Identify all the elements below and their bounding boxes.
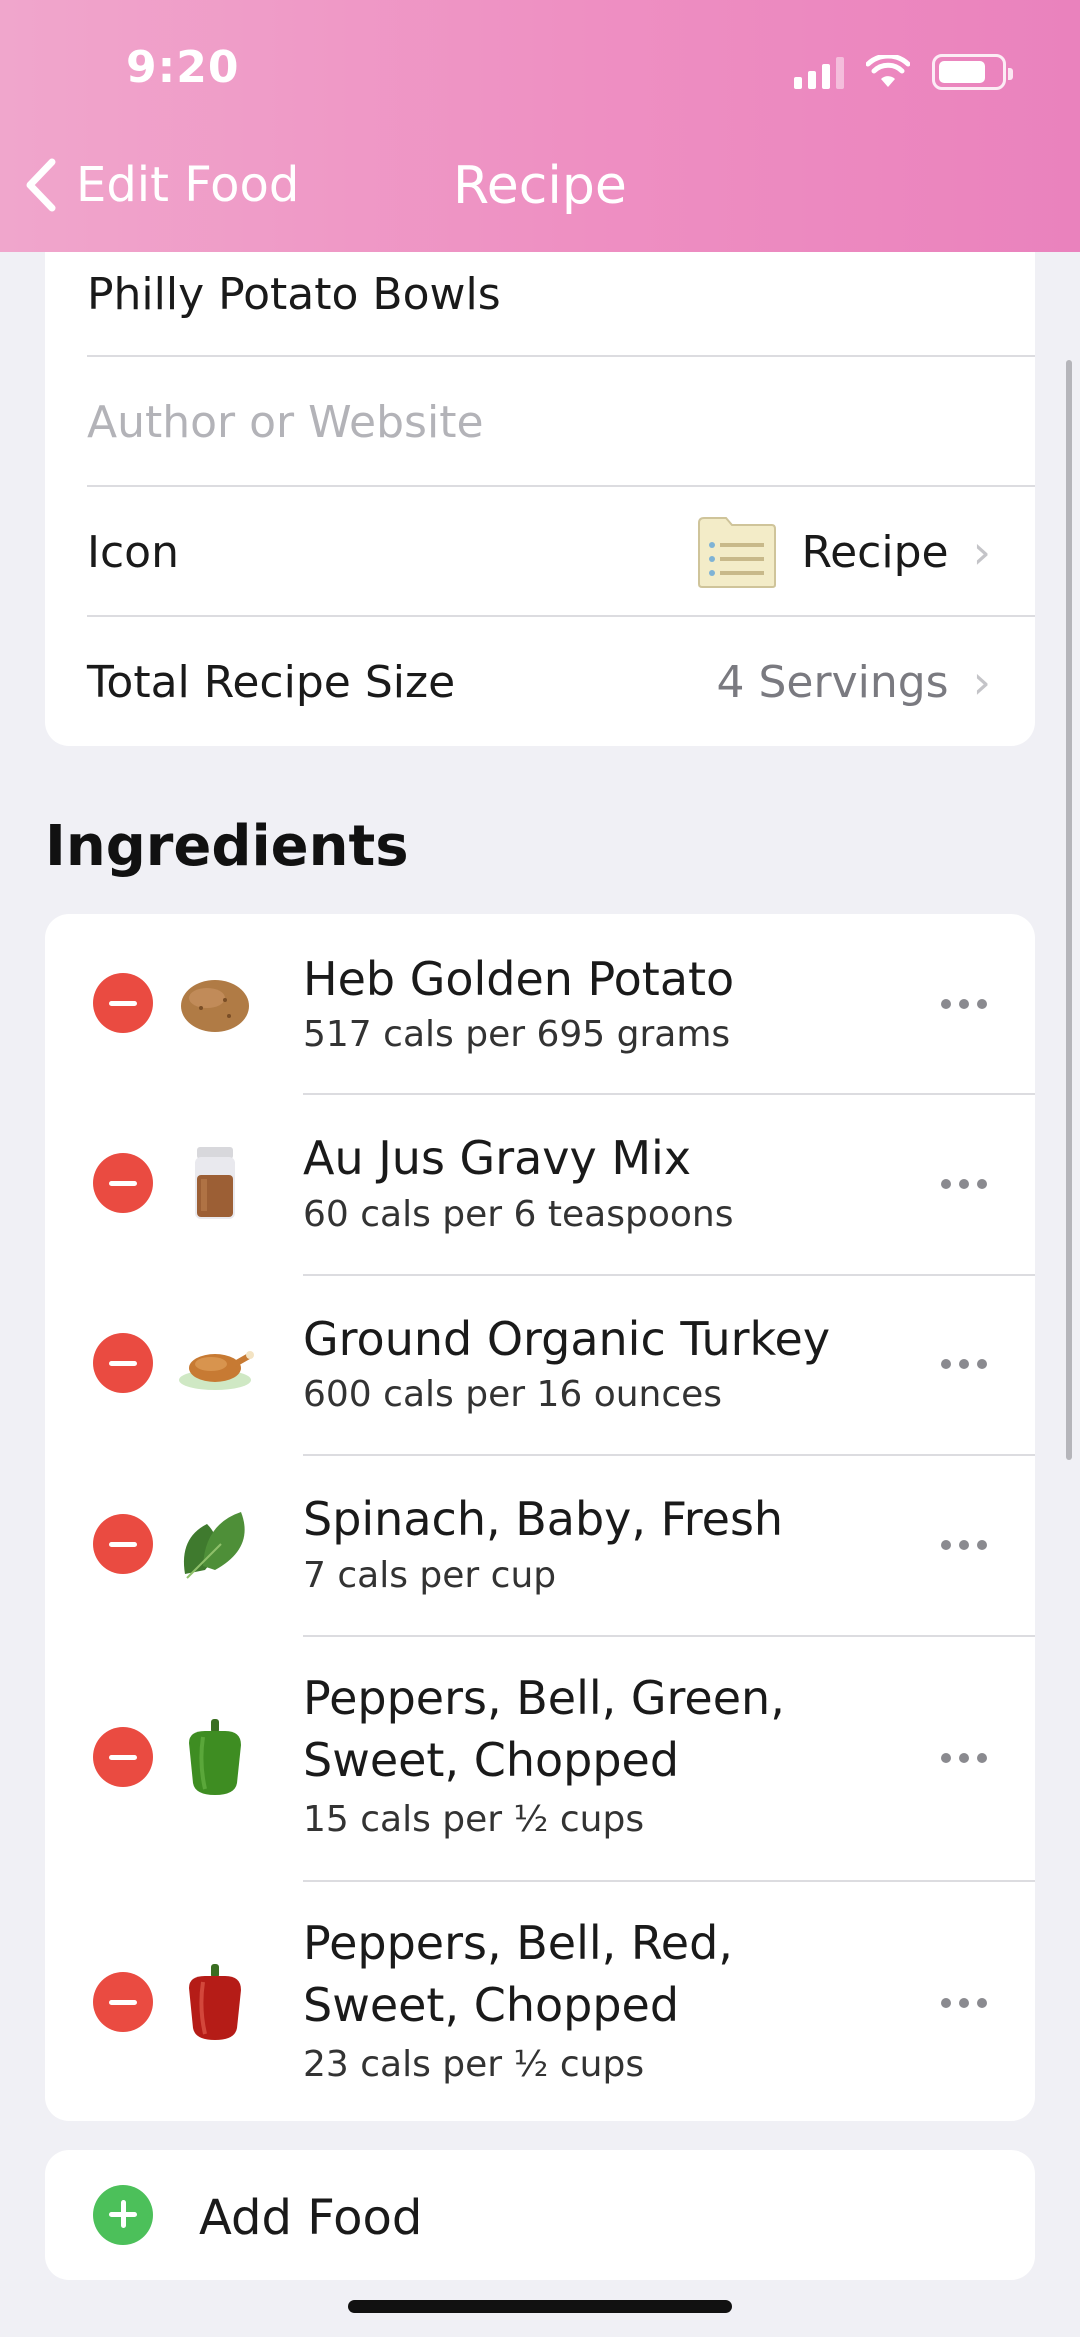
roast-turkey-icon — [179, 1351, 254, 1390]
icon-row[interactable]: Icon Recipe › — [45, 489, 1035, 615]
remove-ingredient-button[interactable] — [93, 1333, 153, 1393]
more-options-icon[interactable] — [941, 1540, 987, 1550]
icon-value: Recipe — [801, 526, 949, 578]
chevron-right-icon: › — [972, 525, 991, 579]
ingredient-name: Peppers, Bell, Green, Sweet, Chopped — [303, 1667, 903, 1791]
recipe-folder-icon — [697, 517, 776, 588]
ingredient-name-line2: Sweet, Chopped — [303, 1978, 680, 2032]
ingredient-name: Spinach, Baby, Fresh — [303, 1492, 784, 1546]
ingredients-list: Heb Golden Potato 517 cals per 695 grams… — [45, 914, 1035, 2121]
ingredient-name-line2: Sweet, Chopped — [303, 1733, 680, 1787]
ingredient-calories: 15 cals per ½ cups — [303, 1799, 645, 1840]
scrollbar[interactable] — [1066, 360, 1072, 1460]
size-label: Total Recipe Size — [87, 656, 456, 708]
potato-icon — [181, 980, 249, 1032]
divider — [87, 485, 1035, 487]
ingredient-row[interactable]: Peppers, Bell, Green, Sweet, Chopped 15 … — [45, 1637, 1035, 1880]
more-options-icon[interactable] — [941, 1753, 987, 1763]
divider — [87, 355, 1035, 357]
recipe-name-value: Philly Potato Bowls — [87, 268, 501, 320]
remove-ingredient-button[interactable] — [93, 1972, 153, 2032]
author-field[interactable]: Author or Website — [45, 380, 1035, 464]
home-indicator[interactable] — [348, 2300, 732, 2313]
ingredient-name-line1: Peppers, Bell, Green, — [303, 1671, 785, 1725]
size-value-group: 4 Servings › — [717, 655, 991, 709]
remove-ingredient-button[interactable] — [93, 1727, 153, 1787]
ingredients-heading: Ingredients — [45, 814, 409, 879]
more-options-icon[interactable] — [941, 1179, 987, 1189]
ingredient-row[interactable]: Heb Golden Potato 517 cals per 695 grams — [45, 914, 1035, 1093]
ingredient-name: Au Jus Gravy Mix — [303, 1131, 692, 1185]
spice-jar-icon — [195, 1147, 235, 1219]
author-placeholder: Author or Website — [87, 396, 484, 448]
add-food-label: Add Food — [199, 2190, 423, 2246]
ingredient-calories: 7 cals per cup — [303, 1555, 557, 1596]
ingredient-row[interactable]: Au Jus Gravy Mix 60 cals per 6 teaspoons — [45, 1095, 1035, 1274]
red-pepper-icon — [189, 1964, 241, 2040]
back-label: Edit Food — [76, 157, 300, 213]
icon-value-group: Recipe › — [696, 515, 991, 589]
nav-header: 9:20 Edit Food Recipe — [0, 0, 1080, 252]
divider — [87, 615, 1035, 617]
ingredient-calories: 23 cals per ½ cups — [303, 2044, 645, 2085]
add-food-button[interactable]: Add Food — [45, 2150, 1035, 2280]
ingredient-row[interactable]: Ground Organic Turkey 600 cals per 16 ou… — [45, 1276, 1035, 1454]
spinach-leaf-icon — [183, 1512, 245, 1579]
ingredient-row[interactable]: Peppers, Bell, Red, Sweet, Chopped 23 ca… — [45, 1882, 1035, 2121]
recipe-details-card: Philly Potato Bowls Author or Website Ic… — [45, 200, 1035, 746]
wifi-icon — [866, 55, 910, 87]
ingredient-calories: 517 cals per 695 grams — [303, 1014, 731, 1055]
status-icons — [794, 52, 1013, 92]
more-options-icon[interactable] — [941, 1998, 987, 2008]
remove-ingredient-button[interactable] — [93, 1153, 153, 1213]
remove-ingredient-button[interactable] — [93, 973, 153, 1033]
ingredient-calories: 600 cals per 16 ounces — [303, 1374, 723, 1415]
icon-label: Icon — [87, 526, 179, 578]
status-time: 9:20 — [126, 42, 240, 93]
more-options-icon[interactable] — [941, 1359, 987, 1369]
ingredient-name: Peppers, Bell, Red, Sweet, Chopped — [303, 1912, 903, 2036]
recipe-screen: 9:20 Edit Food Recipe Philly Potato Bowl… — [0, 0, 1080, 2337]
chevron-right-icon: › — [972, 655, 991, 709]
plus-icon — [93, 2185, 153, 2245]
ingredient-row[interactable]: Spinach, Baby, Fresh 7 cals per cup — [45, 1456, 1035, 1635]
total-recipe-size-row[interactable]: Total Recipe Size 4 Servings › — [45, 618, 1035, 746]
back-button[interactable]: Edit Food — [22, 156, 299, 214]
chevron-left-icon — [26, 158, 56, 212]
signal-icon — [794, 55, 844, 89]
ingredient-name: Heb Golden Potato — [303, 952, 735, 1006]
ingredient-calories: 60 cals per 6 teaspoons — [303, 1194, 734, 1235]
green-pepper-icon — [189, 1719, 241, 1795]
ingredient-name-line1: Peppers, Bell, Red, — [303, 1916, 733, 1970]
size-value: 4 Servings — [716, 656, 949, 708]
ingredient-name: Ground Organic Turkey — [303, 1312, 831, 1366]
battery-icon — [932, 54, 1013, 90]
more-options-icon[interactable] — [941, 999, 987, 1009]
remove-ingredient-button[interactable] — [93, 1514, 153, 1574]
page-title: Recipe — [453, 156, 627, 216]
recipe-name-field[interactable]: Philly Potato Bowls — [45, 252, 1035, 336]
